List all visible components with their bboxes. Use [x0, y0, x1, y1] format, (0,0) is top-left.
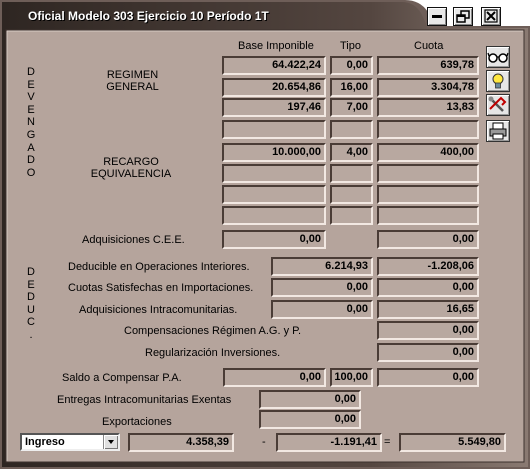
section-letter: G: [26, 129, 36, 141]
resultado: 5.549,80: [399, 433, 506, 452]
re-tipo-1[interactable]: 4,00: [330, 143, 373, 162]
window: Oficial Modelo 303 Ejercicio 10 Período …: [0, 0, 530, 469]
re-base-1[interactable]: 10.000,00: [222, 143, 326, 162]
section-letter: D: [27, 291, 35, 304]
lightbulb-icon: [492, 73, 504, 89]
re-cuota-4[interactable]: [377, 206, 479, 225]
regimen-label-1: REGIMEN: [106, 69, 159, 81]
chevron-down-icon[interactable]: [103, 435, 118, 449]
adquisiciones-cee-base[interactable]: 0,00: [222, 230, 326, 249]
section-letter: C: [27, 316, 35, 329]
regularizacion-label: Regularización Inversiones.: [145, 347, 281, 359]
recargo-label-1: RECARGO: [103, 156, 159, 168]
rg-base-2[interactable]: 20.654,86: [222, 78, 326, 97]
select-value: Ingreso: [25, 436, 65, 448]
saldo-label: Saldo a Compensar P.A.: [62, 372, 182, 384]
saldo-tipo[interactable]: 100,00: [330, 368, 373, 387]
operaciones-interiores-label: Deducible en Operaciones Interiores.: [68, 261, 250, 273]
adquisiciones-cee-label: Adquisiciones C.E.E.: [82, 234, 185, 246]
print-button[interactable]: [486, 120, 510, 142]
section-letter: E: [27, 278, 35, 291]
operaciones-interiores-cuota[interactable]: -1.208,06: [377, 257, 479, 276]
re-base-2[interactable]: [222, 164, 326, 183]
rg-tipo-4[interactable]: [330, 120, 373, 139]
saldo-cuota[interactable]: 0,00: [377, 368, 479, 387]
re-base-3[interactable]: [222, 185, 326, 204]
view-button[interactable]: [486, 46, 510, 68]
adquisiciones-cee-cuota[interactable]: 0,00: [377, 230, 479, 249]
compensaciones-label: Compensaciones Régimen A.G. y P.: [124, 325, 302, 337]
importaciones-base[interactable]: 0,00: [271, 278, 373, 297]
compensaciones-cuota[interactable]: 0,00: [377, 321, 479, 340]
section-letter: D: [27, 154, 35, 167]
operaciones-interiores-base[interactable]: 6.214,93: [271, 257, 373, 276]
header-tipo: Tipo: [340, 40, 361, 52]
rg-base-4[interactable]: [222, 120, 326, 139]
regimen-label-2: GENERAL: [106, 81, 159, 93]
entregas-value[interactable]: 0,00: [259, 390, 361, 409]
re-cuota-2[interactable]: [377, 164, 479, 183]
intracomunitarias-label: Adquisiciones Intracomunitarias.: [79, 304, 238, 316]
section-letter: V: [27, 91, 35, 104]
rg-cuota-1[interactable]: 639,78: [377, 56, 479, 75]
header-cuota: Cuota: [414, 40, 444, 52]
section-letter: E: [27, 103, 35, 116]
re-tipo-3[interactable]: [330, 185, 373, 204]
minimize-button[interactable]: [427, 7, 447, 26]
equals-sign: =: [384, 436, 391, 448]
tools-button[interactable]: [486, 94, 510, 116]
restore-icon: [456, 10, 470, 23]
rg-base-1[interactable]: 64.422,24: [222, 56, 326, 75]
total-deducido: -1.191,41: [276, 433, 382, 452]
entregas-label: Entregas Intracomunitarias Exentas: [57, 394, 232, 406]
rg-tipo-1[interactable]: 0,00: [330, 56, 373, 75]
saldo-base[interactable]: 0,00: [223, 368, 326, 387]
re-tipo-2[interactable]: [330, 164, 373, 183]
minimize-icon: [432, 15, 442, 18]
section-letter: D: [27, 266, 35, 278]
printer-icon: [489, 122, 507, 140]
exportaciones-label: Exportaciones: [102, 416, 172, 428]
section-letter: N: [27, 116, 35, 129]
rg-cuota-2[interactable]: 3.304,78: [377, 78, 479, 97]
restore-button[interactable]: [453, 7, 473, 26]
tools-icon: [488, 96, 507, 112]
tipo-declaracion-select[interactable]: Ingreso: [20, 433, 120, 451]
header-base: Base Imponible: [238, 40, 314, 52]
intracomunitarias-base[interactable]: 0,00: [271, 300, 373, 319]
minus-sign: -: [262, 436, 266, 448]
close-icon: [484, 9, 498, 23]
section-letter: E: [27, 78, 35, 91]
recargo-label-2: EQUIVALENCIA: [90, 168, 172, 180]
exportaciones-value[interactable]: 0,00: [259, 410, 361, 429]
window-title: Oficial Modelo 303 Ejercicio 10 Período …: [28, 9, 269, 23]
section-letter: .: [29, 329, 33, 341]
section-letter: O: [26, 166, 36, 179]
importaciones-cuota[interactable]: 0,00: [377, 278, 479, 297]
re-base-4[interactable]: [222, 206, 326, 225]
total-ingreso: 4.358,39: [128, 433, 234, 452]
re-tipo-4[interactable]: [330, 206, 373, 225]
rg-tipo-2[interactable]: 16,00: [330, 78, 373, 97]
re-cuota-3[interactable]: [377, 185, 479, 204]
rg-cuota-3[interactable]: 13,83: [377, 98, 479, 117]
close-button[interactable]: [481, 7, 501, 26]
section-letter: D: [27, 66, 35, 78]
section-letter: U: [27, 303, 35, 316]
glasses-icon: [487, 52, 509, 63]
re-cuota-1[interactable]: 400,00: [377, 143, 479, 162]
help-button[interactable]: [486, 70, 510, 92]
rg-tipo-3[interactable]: 7,00: [330, 98, 373, 117]
intracomunitarias-cuota[interactable]: 16,65: [377, 300, 479, 319]
rg-base-3[interactable]: 197,46: [222, 98, 326, 117]
importaciones-label: Cuotas Satisfechas en Importaciones.: [68, 282, 254, 294]
section-letter: A: [27, 141, 35, 154]
rg-cuota-4[interactable]: [377, 120, 479, 139]
regularizacion-cuota[interactable]: 0,00: [377, 343, 479, 362]
